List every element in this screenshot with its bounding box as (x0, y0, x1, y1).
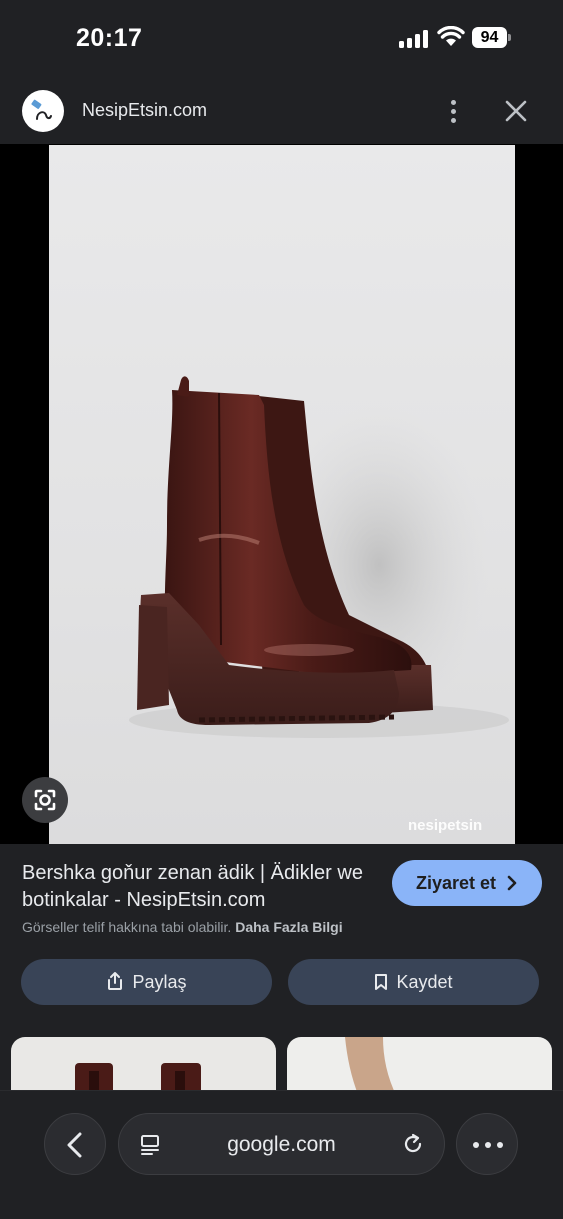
more-menu-button[interactable] (456, 1113, 518, 1175)
battery-icon: 94 (472, 27, 511, 48)
learn-more-link[interactable]: Daha Fazla Bilgi (235, 919, 342, 935)
save-button[interactable]: Kaydet (288, 959, 539, 1005)
copyright-text: Görseller telif hakkına tabi olabilir. (22, 919, 232, 935)
google-lens-icon[interactable] (22, 777, 68, 823)
chevron-left-icon (67, 1132, 82, 1158)
viewer-header: NesipEtsin.com (0, 78, 563, 144)
status-time: 20:17 (76, 24, 143, 52)
address-bar[interactable]: google.com (118, 1113, 445, 1175)
related-image-thumbnail[interactable] (11, 1037, 276, 1097)
copyright-notice: Görseller telif hakkına tabi olabilir. D… (22, 919, 343, 935)
battery-level: 94 (472, 27, 507, 48)
more-options-icon[interactable] (436, 94, 470, 128)
share-button[interactable]: Paylaş (21, 959, 272, 1005)
cellular-signal-icon (399, 30, 429, 48)
site-logo-icon[interactable] (22, 90, 64, 132)
visit-button[interactable]: Ziyaret et (392, 860, 542, 906)
result-info-panel: Bershka goňur zenan ädik | Ädikler we bo… (0, 844, 563, 1097)
browser-bottom-bar: google.com (0, 1090, 563, 1219)
image-watermark: nesipetsin (408, 817, 483, 834)
wifi-icon (437, 26, 465, 46)
url-text: google.com (227, 1133, 336, 1156)
share-button-label: Paylaş (132, 972, 187, 992)
product-image[interactable] (49, 145, 515, 844)
related-image-thumbnail[interactable] (287, 1037, 552, 1097)
visit-button-label: Ziyaret et (416, 873, 497, 893)
site-name[interactable]: NesipEtsin.com (82, 100, 207, 121)
back-button[interactable] (44, 1113, 106, 1175)
close-icon[interactable] (498, 93, 534, 129)
chevron-right-icon (507, 875, 517, 891)
bookmark-icon (375, 974, 388, 990)
image-viewer[interactable]: nesipetsin (0, 144, 563, 844)
status-bar: 20:17 94 (0, 0, 563, 78)
share-icon (108, 972, 123, 990)
result-title[interactable]: Bershka goňur zenan ädik | Ädikler we bo… (22, 860, 377, 914)
save-button-label: Kaydet (396, 972, 453, 992)
reload-icon[interactable] (401, 1132, 425, 1156)
